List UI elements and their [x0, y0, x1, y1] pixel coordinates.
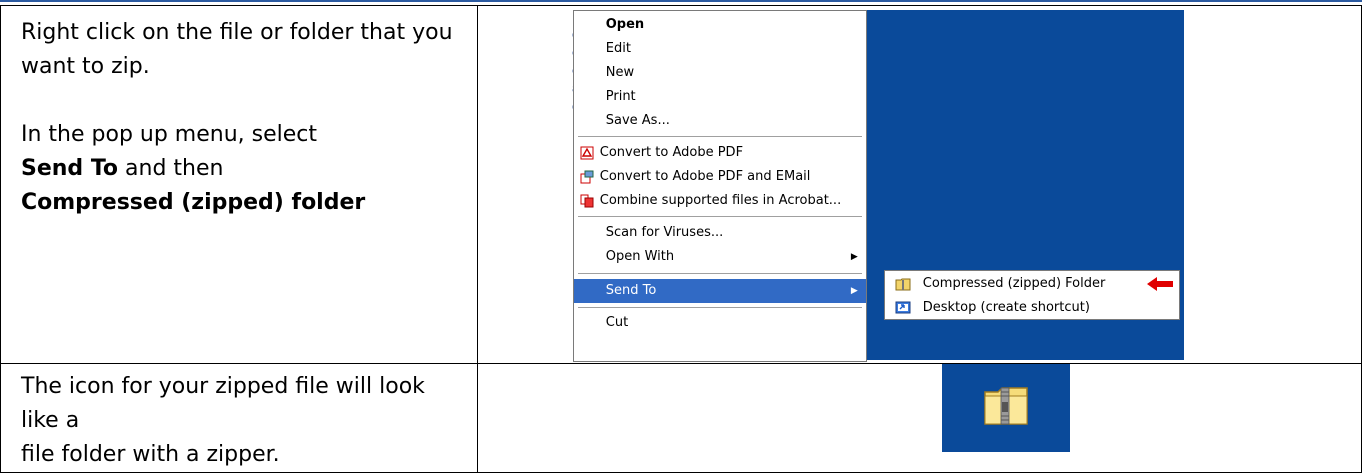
instruction-cell-zip: Right click on the file or folder that y…	[0, 5, 478, 364]
menu-item-convert-pdf-email[interactable]: Convert to Adobe PDF and EMail	[574, 165, 866, 189]
instruction-cell-icon: The icon for your zipped file will look …	[0, 363, 478, 473]
send-to-emphasis: Send To	[21, 156, 119, 181]
instruction-line: Send To and then	[21, 156, 224, 181]
context-menu: Open Edit New Print Save As... Convert t…	[572, 10, 867, 362]
zip-icon-background	[941, 364, 1070, 452]
submenu-item-compressed-folder[interactable]: Compressed (zipped) Folder	[885, 272, 1179, 296]
menu-item-convert-pdf[interactable]: Convert to Adobe PDF	[574, 141, 866, 165]
instruction-line: In the pop up menu, select	[21, 122, 318, 147]
menu-item-combine-acrobat[interactable]: Combine supported files in Acrobat...	[574, 189, 866, 213]
instruction-line: want to zip.	[21, 54, 150, 79]
zip-folder-icon	[895, 278, 911, 291]
submenu-arrow-icon: ▶	[850, 252, 858, 262]
menu-item-scan-viruses[interactable]: Scan for Viruses...	[574, 221, 866, 245]
submenu-item-desktop-shortcut[interactable]: Desktop (create shortcut)	[885, 296, 1179, 320]
instruction-line: file folder with a zipper.	[21, 442, 280, 467]
top-rule	[0, 0, 1362, 2]
menu-separator	[577, 307, 862, 308]
send-to-submenu: Compressed (zipped) Folder Desktop (crea…	[883, 270, 1180, 320]
menu-item-send-to[interactable]: Send To ▶	[573, 279, 866, 303]
pdf-email-icon	[580, 170, 594, 184]
submenu-arrow-icon: ▶	[850, 286, 858, 296]
menu-item-new[interactable]: New	[574, 61, 866, 85]
menu-item-open-with[interactable]: Open With ▶	[574, 245, 866, 269]
screenshot-cell: du ec e ar da Open Edit New Print Save A…	[476, 5, 1362, 364]
desktop-shortcut-icon	[895, 301, 911, 314]
zip-icon-cell	[476, 363, 1362, 473]
instruction-table: Right click on the file or folder that y…	[0, 5, 1362, 473]
red-arrow-icon	[1146, 277, 1173, 291]
menu-separator	[577, 216, 862, 217]
menu-item-cut[interactable]: Cut	[574, 311, 866, 335]
menu-item-print[interactable]: Print	[574, 85, 866, 109]
acrobat-combine-icon	[580, 194, 594, 208]
menu-item-edit[interactable]: Edit	[574, 37, 866, 61]
compressed-folder-emphasis: Compressed (zipped) folder	[21, 190, 366, 215]
zipped-folder-icon	[984, 387, 1028, 425]
pdf-icon	[580, 146, 594, 160]
instruction-line: The icon for your zipped file will look …	[21, 374, 425, 433]
menu-item-open[interactable]: Open	[574, 13, 866, 37]
menu-separator	[577, 136, 862, 137]
menu-separator	[577, 273, 862, 274]
instruction-line: Compressed (zipped) folder	[21, 186, 467, 220]
instruction-line: Right click on the file or folder that y…	[21, 20, 453, 45]
menu-item-save-as[interactable]: Save As...	[574, 109, 866, 133]
